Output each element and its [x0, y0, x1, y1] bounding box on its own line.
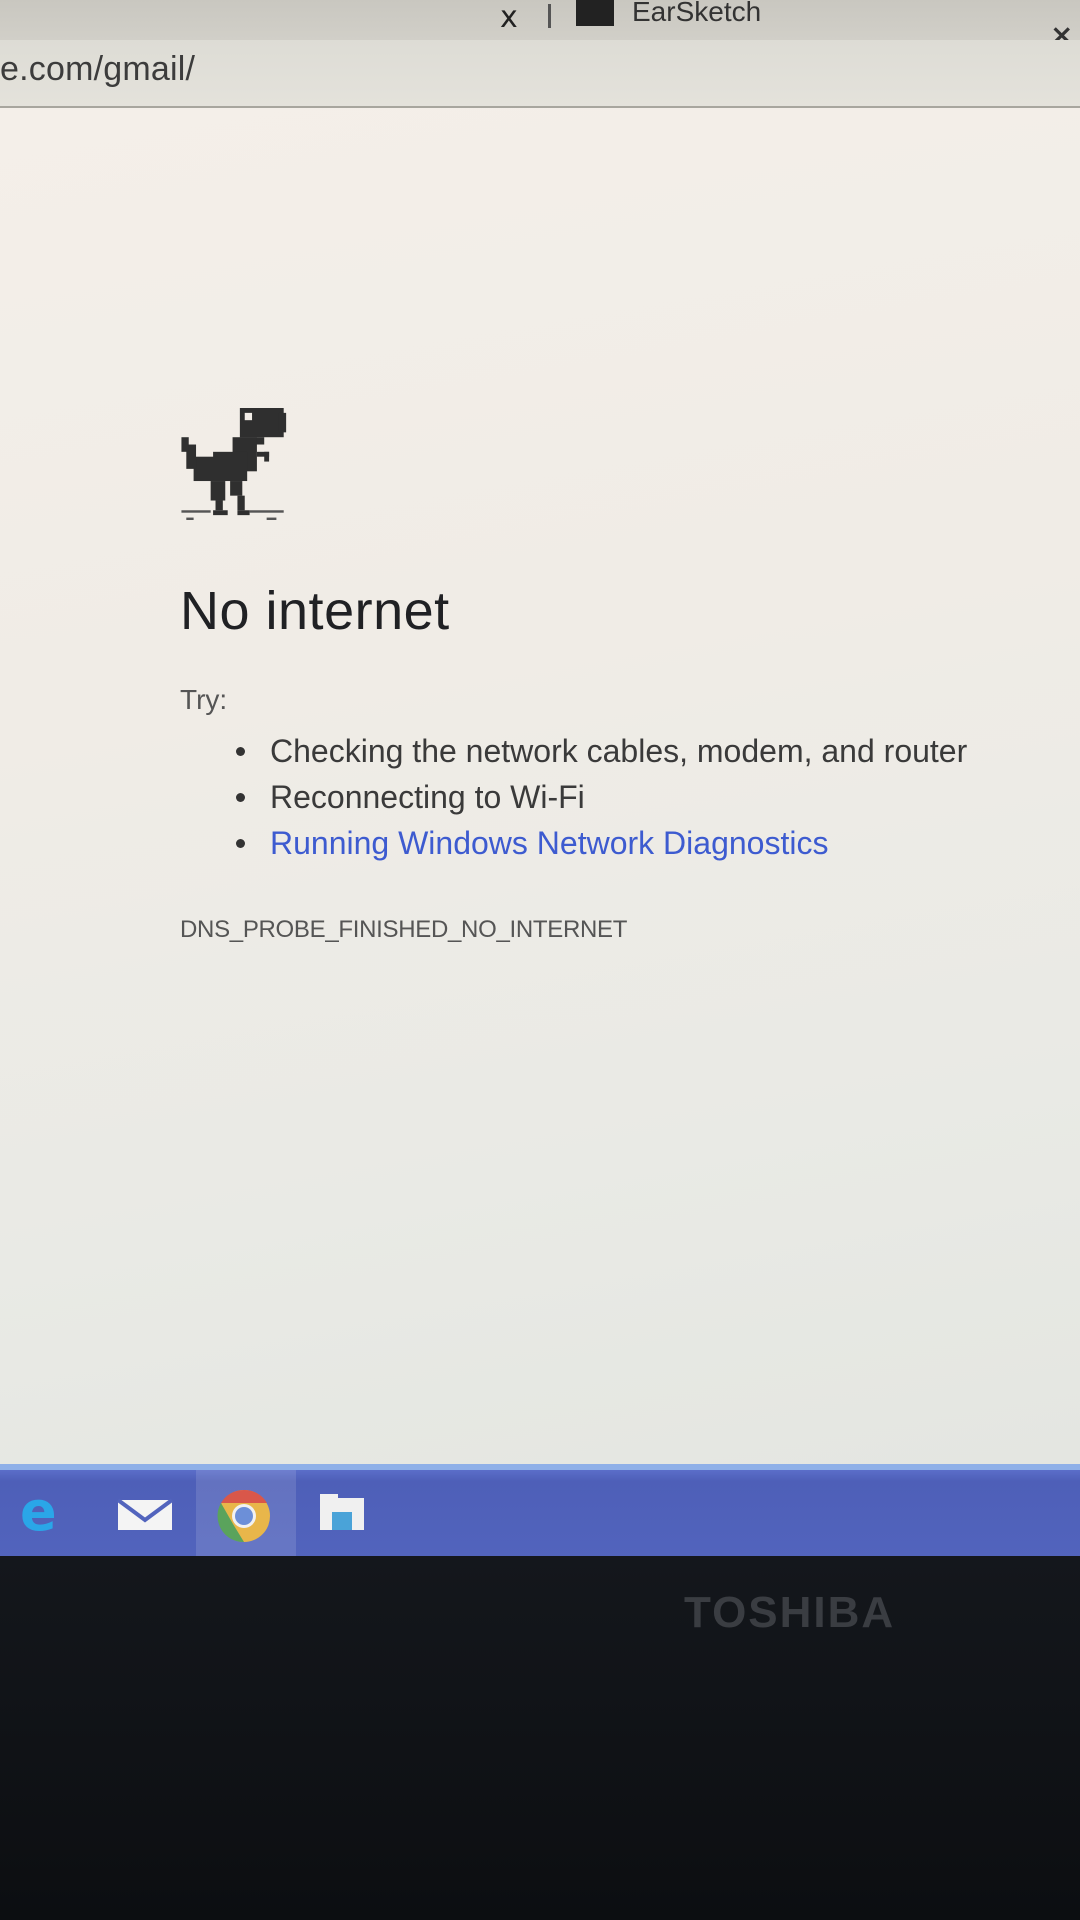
- taskbar-file-explorer-button[interactable]: [296, 1470, 396, 1562]
- bullet-icon: [236, 747, 245, 756]
- address-bar[interactable]: e.com/gmail/: [0, 40, 1080, 108]
- page-title: No internet: [180, 581, 450, 641]
- error-code: DNS_PROBE_FINISHED_NO_INTERNET: [180, 916, 628, 943]
- suggestion-text: Checking the network cables, modem, and …: [270, 733, 968, 769]
- tab-separator: [548, 4, 551, 28]
- chrome-icon: [217, 1489, 270, 1543]
- tab-close-button[interactable]: x: [500, 0, 518, 35]
- taskbar-mail-button[interactable]: [96, 1470, 196, 1562]
- list-item: Running Windows Network Diagnostics: [230, 820, 967, 866]
- url-text[interactable]: e.com/gmail/: [0, 50, 195, 89]
- tab-title[interactable]: EarSketch: [632, 0, 761, 28]
- brand-logo: TOSHIBA: [684, 1588, 896, 1637]
- edge-icon: e: [20, 1488, 57, 1538]
- dino-icon: [181, 408, 287, 520]
- bullet-icon: [236, 793, 245, 802]
- tab-favicon-icon: [576, 0, 614, 26]
- mail-icon: [116, 1498, 174, 1530]
- taskbar-edge-button[interactable]: e: [0, 1470, 100, 1562]
- list-item: Checking the network cables, modem, and …: [230, 728, 967, 774]
- try-label: Try:: [180, 684, 228, 715]
- list-item: Reconnecting to Wi-Fi: [230, 774, 967, 820]
- bullet-icon: [236, 839, 245, 848]
- taskbar: e: [0, 1464, 1080, 1565]
- taskbar-chrome-button[interactable]: [196, 1470, 296, 1565]
- svg-text:e: e: [20, 1488, 57, 1538]
- suggestion-list: Checking the network cables, modem, and …: [230, 728, 967, 866]
- laptop-bezel: TOSHIBA: [0, 1556, 1080, 1920]
- error-page: No internet Try: Checking the network ca…: [0, 108, 1080, 1464]
- network-diagnostics-link[interactable]: Running Windows Network Diagnostics: [270, 825, 828, 861]
- suggestion-text: Reconnecting to Wi-Fi: [270, 779, 585, 815]
- file-explorer-icon: [320, 1494, 364, 1530]
